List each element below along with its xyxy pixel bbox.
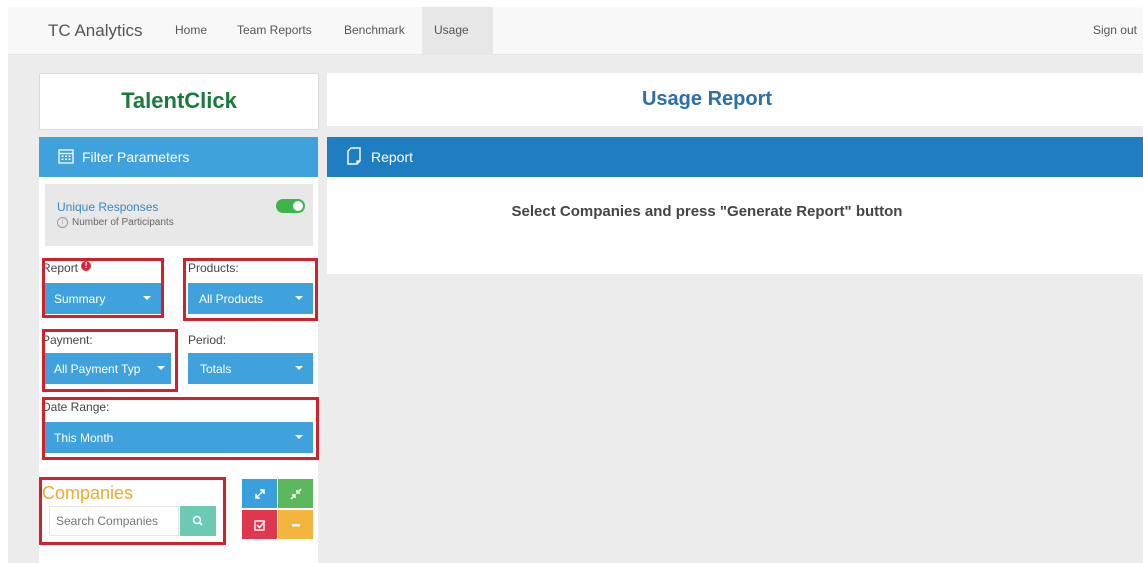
report-header: Report (327, 137, 1143, 177)
annotation-box-companies (39, 477, 226, 545)
report-panel: Report Select Companies and press "Gener… (327, 137, 1143, 274)
brand-title: TalentClick (121, 88, 237, 113)
top-navbar: TC Analytics Home Team Reports Benchmark… (8, 7, 1143, 55)
collapse-button[interactable] (278, 479, 313, 508)
report-instruction: Select Companies and press "Generate Rep… (511, 203, 903, 220)
unique-responses-box: Unique Responses i Number of Participants (45, 184, 313, 246)
main-content: TalentClick Filter Parameters Unique Res… (8, 55, 1143, 563)
expand-button[interactable] (242, 479, 277, 508)
deselect-all-button[interactable] (278, 510, 313, 539)
period-label: Period: (188, 333, 227, 347)
sign-out-link[interactable]: Sign out (1093, 23, 1137, 37)
period-select-value: Totals (200, 362, 232, 376)
nav-usage-active[interactable]: Usage (422, 7, 493, 54)
filter-parameters-header: Filter Parameters (39, 137, 318, 177)
document-icon (347, 147, 361, 165)
participants-note: i Number of Participants (57, 217, 174, 228)
app-brand[interactable]: TC Analytics (48, 21, 142, 41)
nav-benchmark[interactable]: Benchmark (344, 23, 405, 37)
page-title: Usage Report (641, 88, 773, 110)
select-all-button[interactable] (242, 510, 277, 539)
annotation-box-products (183, 258, 318, 321)
period-select[interactable]: Totals (188, 353, 313, 384)
compress-icon (289, 488, 302, 500)
annotation-box-payment (42, 329, 178, 392)
report-header-label: Report (371, 149, 414, 165)
filter-parameters-label: Filter Parameters (82, 149, 190, 165)
nav-team-reports[interactable]: Team Reports (237, 23, 312, 37)
nav-home[interactable]: Home (175, 23, 207, 37)
expand-icon (254, 489, 265, 499)
minus-icon (291, 523, 300, 527)
filter-panel: Unique Responses i Number of Participants… (39, 177, 319, 563)
annotation-box-date-range (42, 397, 319, 460)
chevron-down-icon (295, 366, 303, 370)
check-square-icon (253, 520, 266, 531)
usage-report-title-box: Usage Report (327, 73, 1143, 126)
unique-responses-label: Unique Responses (57, 200, 159, 214)
toggle-knob (293, 201, 303, 211)
annotation-box-report (42, 258, 164, 318)
unique-responses-toggle[interactable] (276, 199, 305, 213)
info-icon: i (57, 217, 68, 228)
nav-usage[interactable]: Usage (434, 23, 469, 37)
participants-note-text: Number of Participants (72, 217, 174, 229)
brand-box: TalentClick (39, 73, 319, 130)
calendar-icon (58, 149, 74, 164)
